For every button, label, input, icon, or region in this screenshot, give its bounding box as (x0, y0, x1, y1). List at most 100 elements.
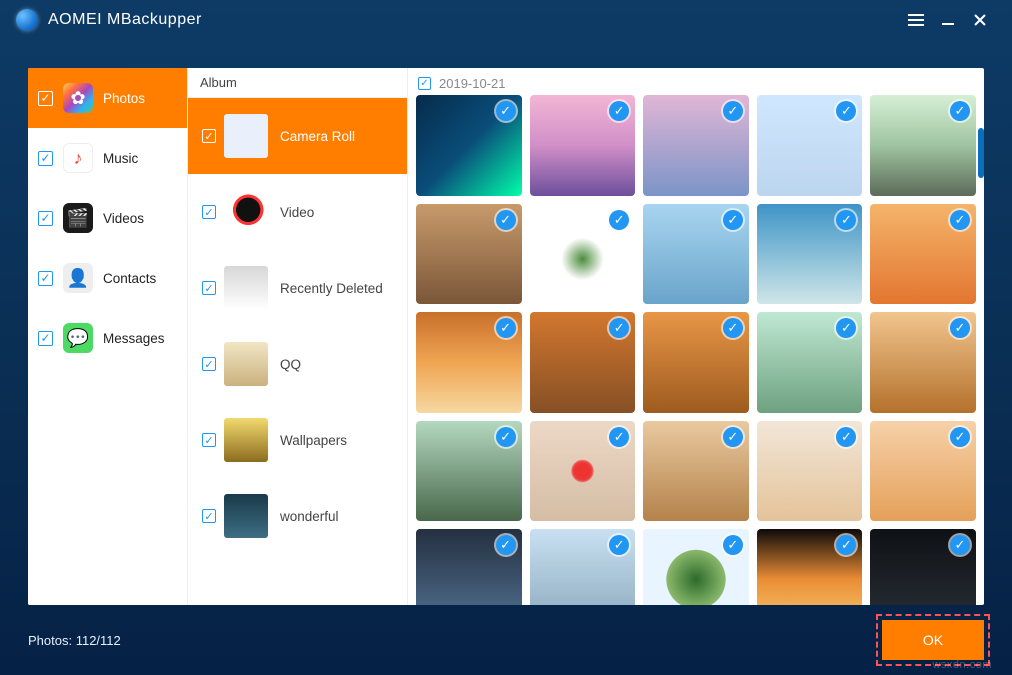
sidebar-item-photos[interactable]: ✓ ✿ Photos (28, 68, 187, 128)
album-item-camera-roll[interactable]: ✓ Camera Roll (188, 98, 407, 174)
photo-thumb[interactable]: ✓ (757, 312, 863, 413)
checkbox-icon[interactable]: ✓ (202, 433, 216, 447)
photo-thumb[interactable]: ✓ (530, 95, 636, 196)
messages-icon: 💬 (63, 323, 93, 353)
scrollbar-thumb[interactable] (978, 128, 984, 178)
album-item-wonderful[interactable]: ✓ wonderful (188, 478, 407, 554)
check-icon[interactable]: ✓ (836, 101, 856, 121)
photo-thumb[interactable]: ✓ (416, 421, 522, 522)
check-icon[interactable]: ✓ (950, 427, 970, 447)
photo-thumb[interactable]: ✓ (870, 529, 976, 605)
ok-button[interactable]: OK (882, 620, 984, 660)
photo-thumb[interactable]: ✓ (530, 312, 636, 413)
photo-thumb[interactable]: ✓ (530, 529, 636, 605)
photo-thumb[interactable]: ✓ (416, 529, 522, 605)
check-icon[interactable]: ✓ (950, 318, 970, 338)
checkbox-icon[interactable]: ✓ (202, 357, 216, 371)
checkbox-icon[interactable]: ✓ (418, 77, 431, 90)
category-sidebar: ✓ ✿ Photos ✓ ♪ Music ✓ 🎬 Videos ✓ 👤 Cont… (28, 68, 188, 605)
check-icon[interactable]: ✓ (836, 318, 856, 338)
photo-thumb[interactable]: ✓ (643, 529, 749, 605)
check-icon[interactable]: ✓ (723, 535, 743, 555)
sidebar-item-music[interactable]: ✓ ♪ Music (28, 128, 187, 188)
photo-thumb[interactable]: ✓ (643, 95, 749, 196)
album-label: Camera Roll (280, 129, 355, 144)
sidebar-item-messages[interactable]: ✓ 💬 Messages (28, 308, 187, 368)
checkbox-icon[interactable]: ✓ (202, 129, 216, 143)
album-item-video[interactable]: ✓ Video (188, 174, 407, 250)
list-view-icon[interactable] (900, 4, 932, 36)
photo-thumb[interactable]: ✓ (870, 421, 976, 522)
photo-thumb[interactable]: ✓ (416, 204, 522, 305)
checkbox-icon[interactable]: ✓ (38, 91, 53, 106)
check-icon[interactable]: ✓ (723, 318, 743, 338)
checkbox-icon[interactable]: ✓ (38, 331, 53, 346)
check-icon[interactable]: ✓ (496, 535, 516, 555)
check-icon[interactable]: ✓ (609, 101, 629, 121)
album-list: ✓ Camera Roll ✓ Video ✓ Recently Deleted… (188, 98, 407, 605)
check-icon[interactable]: ✓ (836, 210, 856, 230)
close-icon[interactable] (964, 4, 996, 36)
check-icon[interactable]: ✓ (496, 210, 516, 230)
photo-thumb[interactable]: ✓ (643, 312, 749, 413)
check-icon[interactable]: ✓ (609, 427, 629, 447)
checkbox-icon[interactable]: ✓ (38, 211, 53, 226)
album-label: wonderful (280, 509, 339, 524)
check-icon[interactable]: ✓ (609, 210, 629, 230)
photo-thumb[interactable]: ✓ (757, 421, 863, 522)
photo-thumb[interactable]: ✓ (416, 312, 522, 413)
date-group-header[interactable]: ✓ 2019-10-21 (408, 68, 984, 95)
photo-thumb[interactable]: ✓ (643, 204, 749, 305)
check-icon[interactable]: ✓ (496, 318, 516, 338)
photo-thumb[interactable]: ✓ (416, 95, 522, 196)
check-icon[interactable]: ✓ (950, 210, 970, 230)
check-icon[interactable]: ✓ (496, 101, 516, 121)
checkbox-icon[interactable]: ✓ (202, 205, 216, 219)
photo-thumb[interactable]: ✓ (757, 529, 863, 605)
checkbox-icon[interactable]: ✓ (202, 509, 216, 523)
main-panel: ✓ ✿ Photos ✓ ♪ Music ✓ 🎬 Videos ✓ 👤 Cont… (28, 68, 984, 605)
photo-thumb[interactable]: ✓ (870, 312, 976, 413)
album-header: Album (188, 68, 407, 98)
photo-thumb[interactable]: ✓ (870, 95, 976, 196)
photo-thumb[interactable]: ✓ (530, 421, 636, 522)
check-icon[interactable]: ✓ (496, 427, 516, 447)
checkbox-icon[interactable]: ✓ (38, 271, 53, 286)
status-text: Photos: 112/112 (28, 633, 121, 648)
photo-grid-panel: ✓ 2019-10-21 ✓ ✓ ✓ ✓ ✓ ✓ ✓ ✓ ✓ ✓ ✓ ✓ ✓ ✓ ✓ ✓ ✓ ✓ ✓ ✓ ✓ ✓ ✓ ✓ ✓ (408, 68, 984, 605)
photo-thumb[interactable]: ✓ (757, 95, 863, 196)
photo-thumb[interactable]: ✓ (757, 204, 863, 305)
album-thumb-icon (224, 418, 268, 462)
album-label: QQ (280, 357, 301, 372)
sidebar-item-label: Contacts (103, 271, 156, 286)
watermark: wsxdn.com (932, 659, 992, 671)
check-icon[interactable]: ✓ (723, 210, 743, 230)
check-icon[interactable]: ✓ (836, 427, 856, 447)
date-label: 2019-10-21 (439, 76, 506, 91)
music-icon: ♪ (63, 143, 93, 173)
album-item-qq[interactable]: ✓ QQ (188, 326, 407, 402)
album-thumb-icon (224, 190, 268, 234)
app-window: AOMEI MBackupper ✓ ✿ Photos ✓ ♪ Music (0, 0, 1012, 675)
photo-thumb[interactable]: ✓ (870, 204, 976, 305)
album-thumb-icon (224, 494, 268, 538)
footer: Photos: 112/112 OK (0, 615, 1012, 675)
photo-grid-scroll[interactable]: ✓ ✓ ✓ ✓ ✓ ✓ ✓ ✓ ✓ ✓ ✓ ✓ ✓ ✓ ✓ ✓ ✓ ✓ ✓ ✓ ✓ ✓ ✓ ✓ ✓ (408, 95, 984, 605)
photo-thumb[interactable]: ✓ (530, 204, 636, 305)
check-icon[interactable]: ✓ (950, 101, 970, 121)
check-icon[interactable]: ✓ (609, 318, 629, 338)
sidebar-item-contacts[interactable]: ✓ 👤 Contacts (28, 248, 187, 308)
check-icon[interactable]: ✓ (609, 535, 629, 555)
photo-thumb[interactable]: ✓ (643, 421, 749, 522)
sidebar-item-videos[interactable]: ✓ 🎬 Videos (28, 188, 187, 248)
album-item-recently-deleted[interactable]: ✓ Recently Deleted (188, 250, 407, 326)
minimize-icon[interactable] (932, 4, 964, 36)
check-icon[interactable]: ✓ (950, 535, 970, 555)
album-item-wallpapers[interactable]: ✓ Wallpapers (188, 402, 407, 478)
checkbox-icon[interactable]: ✓ (202, 281, 216, 295)
check-icon[interactable]: ✓ (723, 427, 743, 447)
check-icon[interactable]: ✓ (836, 535, 856, 555)
sidebar-item-label: Photos (103, 91, 145, 106)
checkbox-icon[interactable]: ✓ (38, 151, 53, 166)
check-icon[interactable]: ✓ (723, 101, 743, 121)
